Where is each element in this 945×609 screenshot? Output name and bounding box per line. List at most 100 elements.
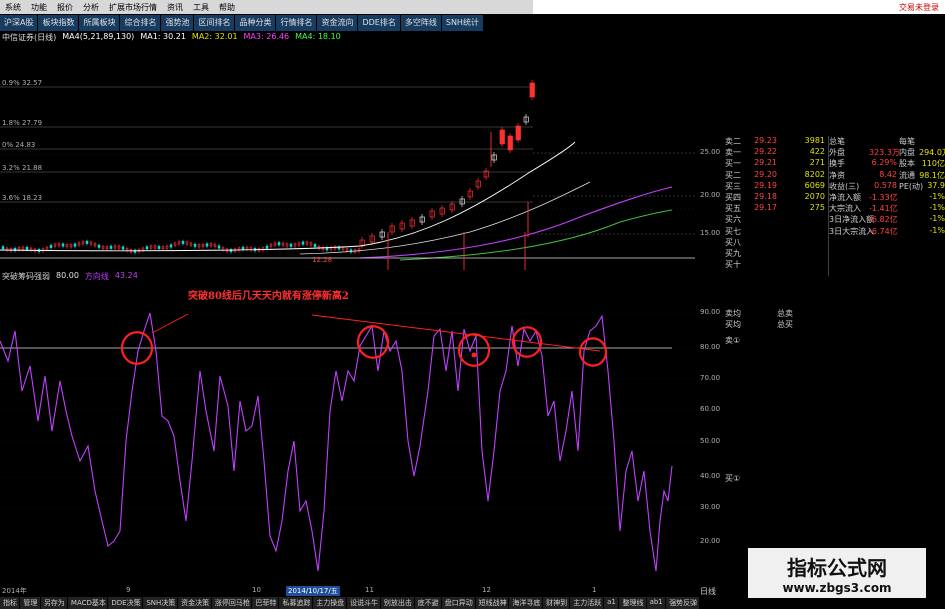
stat-key: 大宗流入 <box>829 204 861 214</box>
menu-item[interactable]: 功能 <box>26 2 52 13</box>
orderbook-volume <box>777 226 825 237</box>
stat-key2 <box>897 226 919 237</box>
stat-key: 3日净流入额 <box>829 215 875 225</box>
stat-value: 0.578 <box>874 180 897 190</box>
indicator-tab[interactable]: 设说斗牛 <box>347 597 381 609</box>
indicator-tab[interactable]: 整理线 <box>619 597 647 609</box>
market-tab[interactable]: 区间排名 <box>194 15 235 31</box>
orderbook-price: 29.20 <box>754 169 777 179</box>
orderbook-row: 买八 <box>725 237 828 248</box>
candle-body <box>49 245 53 249</box>
market-tab[interactable]: 强势池 <box>161 15 194 31</box>
indicator-tab[interactable]: 管理 <box>20 597 41 609</box>
stat-value2: 98.1亿 <box>919 170 945 180</box>
annotation-arrow <box>151 313 189 334</box>
indicator-tab[interactable]: 巴菲特 <box>252 597 280 609</box>
candle-body <box>217 245 221 249</box>
orderbook-price: 29.21 <box>754 158 777 168</box>
indicator-tab[interactable]: MACD基本 <box>68 597 109 609</box>
price-tick: 20.00 <box>700 191 721 199</box>
menu-item[interactable]: 系统 <box>0 2 26 13</box>
trade-status[interactable]: 交易未登录 <box>533 0 945 14</box>
market-tab[interactable]: SNH统计 <box>441 15 483 31</box>
indicator-tab[interactable]: 私募追踪 <box>279 597 314 609</box>
low-marker: 12.28 <box>312 256 332 264</box>
ma1-line <box>0 141 576 252</box>
market-tab[interactable]: 品种分类 <box>235 15 276 31</box>
menu-item[interactable]: 分析 <box>78 2 104 13</box>
indicator-tab[interactable]: 强势反弹 <box>666 597 700 609</box>
stat-row: 外盘 323.3万内盘 294.0万 <box>829 147 945 158</box>
fib-label: 3.2% 21.88 <box>2 164 42 172</box>
market-tab[interactable]: 资金流向 <box>317 15 358 31</box>
menu-item[interactable]: 扩展市场行情 <box>104 2 162 13</box>
price-tick: 15.00 <box>700 229 721 237</box>
orderbook-volume: 3981 <box>804 136 825 145</box>
indicator-tab[interactable]: 资金决策 <box>178 597 212 609</box>
date-label: 1 <box>592 586 597 594</box>
orderbook-price <box>747 237 777 248</box>
stat-key: 换手 <box>829 159 845 169</box>
candle-body <box>61 243 65 247</box>
date-label: 2014年 <box>2 587 27 595</box>
price-chart[interactable]: 0.9% 32.57 1.8% 27.79 0% 24.83 3.2% 21.88 3.… <box>0 32 695 270</box>
indicator-tab[interactable]: 另存为 <box>41 597 68 609</box>
watermark-title: 指标公式网 <box>787 555 887 580</box>
indicator-tab[interactable]: a1 <box>604 597 620 609</box>
stat-value: 8.42 <box>879 169 897 179</box>
panel-total-sell: 总卖 <box>777 309 793 318</box>
candle-body <box>265 245 269 249</box>
candle-body <box>169 244 173 248</box>
stat-value2: 37.9 <box>927 180 945 190</box>
stat-key: 3日大宗流入 <box>829 226 875 236</box>
candle-body <box>507 135 513 151</box>
indicator-tab[interactable]: 盘口异动 <box>442 597 476 609</box>
menu-item[interactable]: 帮助 <box>214 2 240 13</box>
orderbook-price <box>747 214 777 225</box>
stat-row: 换手 6.29% 股本 110亿 <box>829 158 945 169</box>
orderbook-row: 买十 <box>725 259 828 270</box>
daily-label: 日线 <box>700 587 716 596</box>
stat-row: 收益(三) 0.578 PE(动) 37.9 <box>829 181 945 192</box>
indicator-tab[interactable]: DDE决策 <box>108 597 144 609</box>
date-label: 12 <box>482 586 491 594</box>
candle-body <box>85 240 89 244</box>
market-tab[interactable]: 综合排名 <box>120 15 161 31</box>
indicator-chart[interactable] <box>0 271 695 584</box>
market-tab[interactable]: 板块指数 <box>38 15 79 31</box>
indicator-tab[interactable]: 底不避 <box>415 597 442 609</box>
indicator-tab[interactable]: 财神到 <box>543 597 571 609</box>
fib-label: 0% 24.83 <box>2 141 35 149</box>
market-tab[interactable]: DDE排名 <box>358 15 400 31</box>
chart-annotation: 突破80线后几天天内就有涨停新高2 <box>188 291 349 302</box>
orderbook-row: 卖一 29.22 422 <box>725 147 828 158</box>
market-tab[interactable]: 多空阵线 <box>400 15 441 31</box>
stat-key: 外盘 <box>829 148 845 158</box>
indicator-tab[interactable]: 别放出击 <box>381 597 415 609</box>
menu-item[interactable]: 工具 <box>188 2 214 13</box>
orderbook-label: 买十 <box>725 260 741 270</box>
indicator-tab[interactable]: 涨停回马枪 <box>212 597 253 609</box>
market-tab[interactable]: 所属板块 <box>79 15 120 31</box>
indicator-tab[interactable]: 指标 <box>0 597 21 609</box>
market-tab[interactable]: 行情排名 <box>276 15 317 31</box>
candle-body <box>241 246 245 250</box>
indicator-tab[interactable]: 主力操盘 <box>313 597 348 609</box>
candle-body <box>301 241 305 245</box>
menu-item[interactable]: 报价 <box>52 2 78 13</box>
orderbook-price <box>747 226 777 237</box>
stat-value <box>869 136 897 147</box>
menu-item[interactable]: 资讯 <box>162 2 188 13</box>
market-tab[interactable]: 沪深A股 <box>0 15 38 31</box>
date-label: 10 <box>252 586 261 594</box>
indicator-tab[interactable]: 主力活跃 <box>570 597 605 609</box>
indicator-tab[interactable]: SNH决策 <box>143 597 179 609</box>
orderbook-volume: 275 <box>809 203 825 213</box>
stat-key: 总笔 <box>829 137 845 146</box>
indicator-tab[interactable]: 短线战神 <box>476 597 510 609</box>
indicator-tab[interactable]: 海洋寻底 <box>509 597 544 609</box>
indicator-tab[interactable]: ab1 <box>647 597 667 609</box>
orderbook-volume: 8202 <box>804 169 825 179</box>
candle-body <box>145 246 149 250</box>
date-label: 11 <box>365 586 374 594</box>
